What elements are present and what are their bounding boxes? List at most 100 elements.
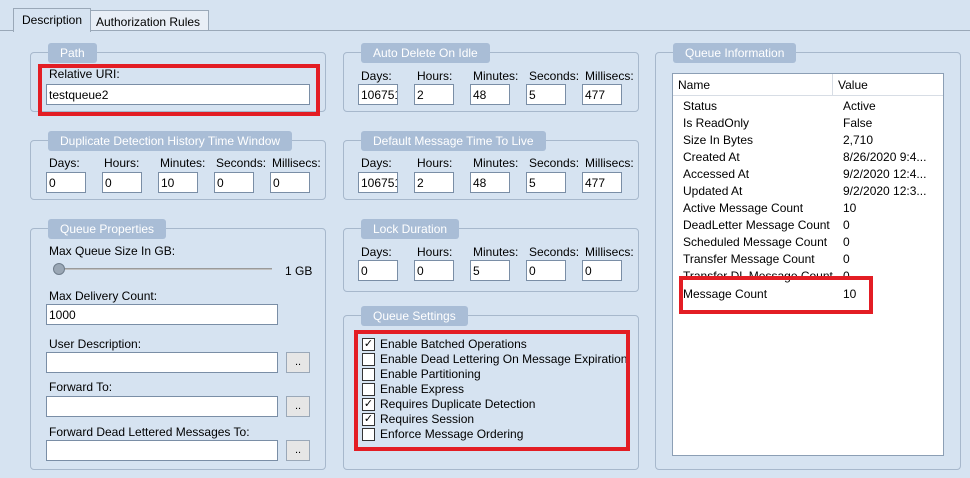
ttl-seconds-input[interactable]: 5	[526, 172, 566, 193]
forward-dead-lettered-browse-button[interactable]: ..	[286, 440, 310, 461]
ld-millisecs-label: Millisecs:	[585, 245, 634, 259]
dd-minutes-input[interactable]: 10	[158, 172, 198, 193]
user-description-input[interactable]	[46, 352, 278, 373]
ttl-days-input[interactable]: 106751	[358, 172, 398, 193]
ttl-minutes-label: Minutes:	[473, 156, 519, 170]
ttl-millisecs-input[interactable]: 477	[582, 172, 622, 193]
item-value: 2,710	[843, 133, 874, 147]
max-queue-size-value: 1 GB	[285, 264, 313, 278]
item-name: Transfer Message Count	[683, 252, 815, 266]
forward-to-browse-button[interactable]: ..	[286, 396, 310, 417]
item-value: Active	[843, 99, 876, 113]
list-item[interactable]: Created At 8/26/2020 9:4...	[673, 149, 941, 166]
max-queue-size-slider[interactable]	[53, 263, 65, 275]
relative-uri-highlight	[38, 64, 320, 116]
ld-days-input[interactable]: 0	[358, 260, 398, 281]
dd-hours-input[interactable]: 0	[102, 172, 142, 193]
item-value: 0	[843, 218, 850, 232]
max-delivery-count-input[interactable]: 1000	[46, 304, 278, 325]
queue-info-listview[interactable]: Name Value Status Active Is ReadOnly False…	[672, 73, 944, 456]
lock-duration-legend: Lock Duration	[361, 219, 460, 239]
item-name: Created At	[683, 150, 740, 164]
item-name: Scheduled Message Count	[683, 235, 828, 249]
ld-hours-label: Hours:	[417, 245, 453, 259]
item-value: 0	[843, 235, 850, 249]
list-item[interactable]: Updated At 9/2/2020 12:3...	[673, 183, 941, 200]
item-value: 9/2/2020 12:3...	[843, 184, 927, 198]
queue-settings-highlight	[354, 330, 630, 451]
dd-hours-label: Hours:	[104, 156, 140, 170]
list-item[interactable]: Active Message Count 10	[673, 200, 941, 217]
ld-minutes-input[interactable]: 5	[470, 260, 510, 281]
tab-authorization-rules[interactable]: Authorization Rules	[87, 10, 210, 31]
duplicate-detection-legend: Duplicate Detection History Time Window	[48, 131, 293, 151]
ad-days-label: Days:	[361, 69, 392, 83]
item-name: Is ReadOnly	[683, 116, 750, 130]
ttl-seconds-label: Seconds:	[529, 156, 580, 170]
list-item[interactable]: Accessed At 9/2/2020 12:4...	[673, 166, 941, 183]
forward-to-label: Forward To:	[49, 380, 113, 394]
ld-hours-input[interactable]: 0	[414, 260, 454, 281]
item-name: DeadLetter Message Count	[683, 218, 830, 232]
ad-minutes-input[interactable]: 48	[470, 84, 510, 105]
ad-millisecs-input[interactable]: 477	[582, 84, 622, 105]
dd-days-label: Days:	[49, 156, 80, 170]
item-value: 10	[843, 201, 857, 215]
list-item[interactable]: DeadLetter Message Count 0	[673, 217, 941, 234]
message-count-highlight	[679, 276, 873, 314]
ld-seconds-input[interactable]: 0	[526, 260, 566, 281]
ttl-millisecs-label: Millisecs:	[585, 156, 634, 170]
item-name: Updated At	[683, 184, 743, 198]
ttl-hours-input[interactable]: 2	[414, 172, 454, 193]
column-header-name[interactable]: Name	[673, 74, 833, 96]
auto-delete-legend: Auto Delete On Idle	[361, 43, 490, 63]
ad-hours-input[interactable]: 2	[414, 84, 454, 105]
ad-days-input[interactable]: 106751	[358, 84, 398, 105]
ad-minutes-label: Minutes:	[473, 69, 519, 83]
ld-millisecs-input[interactable]: 0	[582, 260, 622, 281]
ad-seconds-label: Seconds:	[529, 69, 580, 83]
ttl-minutes-input[interactable]: 48	[470, 172, 510, 193]
list-item[interactable]: Scheduled Message Count 0	[673, 234, 941, 251]
ld-minutes-label: Minutes:	[473, 245, 519, 259]
ld-days-label: Days:	[361, 245, 392, 259]
item-name: Status	[683, 99, 718, 113]
user-description-browse-button[interactable]: ..	[286, 352, 310, 373]
user-description-label: User Description:	[49, 337, 142, 351]
list-item[interactable]: Status Active	[673, 98, 941, 115]
ttl-days-label: Days:	[361, 156, 392, 170]
list-item[interactable]: Is ReadOnly False	[673, 115, 941, 132]
forward-dead-lettered-label: Forward Dead Lettered Messages To:	[49, 425, 250, 439]
tab-description[interactable]: Description	[13, 8, 92, 32]
ad-hours-label: Hours:	[417, 69, 453, 83]
item-value: 0	[843, 252, 850, 266]
dd-minutes-label: Minutes:	[160, 156, 206, 170]
ad-seconds-input[interactable]: 5	[526, 84, 566, 105]
tab-divider	[0, 30, 970, 31]
list-item[interactable]: Size In Bytes 2,710	[673, 132, 941, 149]
queue-properties-legend: Queue Properties	[48, 219, 167, 239]
dd-millisecs-label: Millisecs:	[272, 156, 321, 170]
ad-millisecs-label: Millisecs:	[585, 69, 634, 83]
path-legend: Path	[48, 43, 97, 63]
dd-days-input[interactable]: 0	[46, 172, 86, 193]
item-value: 9/2/2020 12:4...	[843, 167, 927, 181]
ld-seconds-label: Seconds:	[529, 245, 580, 259]
max-delivery-count-label: Max Delivery Count:	[49, 289, 158, 303]
tab-authorization-rules-label: Authorization Rules	[96, 15, 201, 29]
ttl-hours-label: Hours:	[417, 156, 453, 170]
max-queue-size-track	[54, 268, 272, 270]
max-queue-size-label: Max Queue Size In GB:	[49, 244, 176, 258]
list-item[interactable]: Transfer Message Count 0	[673, 251, 941, 268]
tab-description-label: Description	[22, 13, 83, 27]
column-header-value[interactable]: Value	[833, 74, 943, 96]
queue-information-legend: Queue Information	[673, 43, 797, 63]
forward-to-input[interactable]	[46, 396, 278, 417]
item-name: Accessed At	[683, 167, 750, 181]
forward-dead-lettered-input[interactable]	[46, 440, 278, 461]
dd-seconds-label: Seconds:	[216, 156, 267, 170]
dd-millisecs-input[interactable]: 0	[270, 172, 310, 193]
dd-seconds-input[interactable]: 0	[214, 172, 254, 193]
queue-settings-legend: Queue Settings	[361, 306, 468, 326]
tab-bar: Description Authorization Rules	[0, 0, 970, 32]
